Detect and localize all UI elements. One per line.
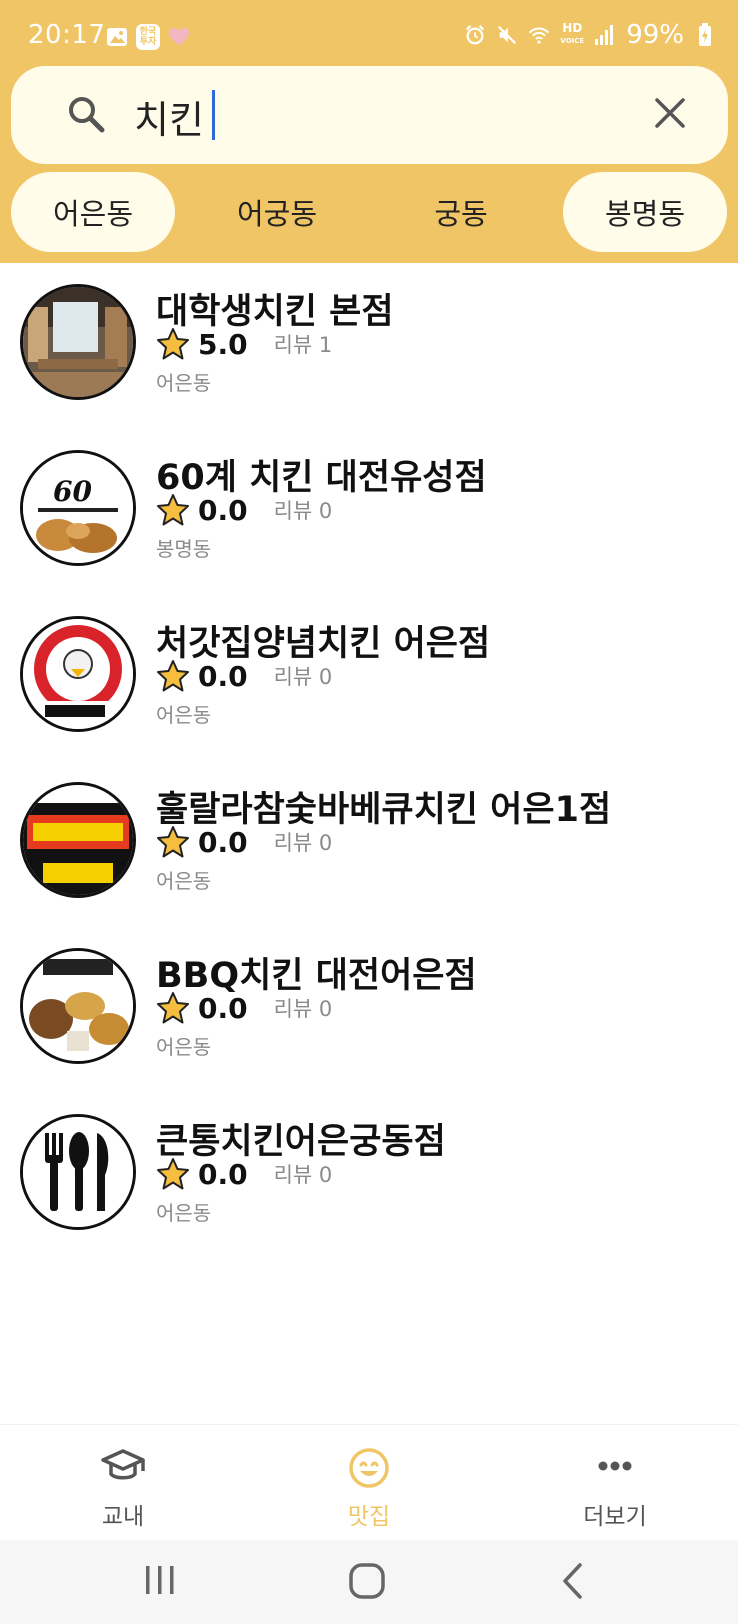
district-chip-label: 봉명동 — [604, 197, 686, 231]
search-icon[interactable] — [66, 94, 106, 138]
status-bar: 20:17 한국 투자 HD VOICE 99% — [0, 0, 738, 62]
review-count: 리뷰 0 — [273, 831, 333, 855]
star-icon — [157, 992, 189, 1024]
60gye-logo: 60 — [23, 453, 133, 563]
status-time: 20:17 — [28, 20, 106, 50]
review-count: 리뷰 1 — [273, 333, 333, 357]
star-icon — [157, 1158, 189, 1190]
district-chip-label: 어은동 — [52, 197, 134, 231]
nav-campus[interactable]: 교내 — [23, 1425, 223, 1541]
restaurant-area: 봉명동 — [156, 537, 212, 561]
text-cursor — [212, 90, 215, 140]
home-icon[interactable] — [348, 1562, 386, 1604]
star-icon — [157, 826, 189, 858]
review-count: 리뷰 0 — [273, 1163, 333, 1187]
search-input[interactable] — [134, 88, 614, 144]
system-nav-bar — [0, 1540, 738, 1624]
hd-voice-label: HD VOICE — [560, 21, 585, 45]
rating-row: 0.0 리뷰 0 — [156, 991, 332, 1025]
status-notification-icons: 한국 투자 — [106, 24, 190, 50]
signal-icon — [594, 24, 616, 46]
restaurant-area: 어은동 — [156, 371, 212, 395]
alarm-icon — [464, 24, 486, 46]
rating-row: 0.0 리뷰 0 — [156, 1157, 332, 1191]
battery-charging-icon — [694, 23, 716, 46]
restaurant-item[interactable]: 60 60계 치킨 대전유성점 0.0 리뷰 0 봉명동 — [0, 429, 738, 595]
mute-icon — [496, 24, 518, 46]
recent-apps-icon[interactable] — [143, 1562, 177, 1602]
more-dots-icon — [597, 1457, 633, 1476]
star-icon — [157, 328, 189, 360]
restaurant-interior-photo — [23, 287, 133, 397]
clear-search-icon[interactable] — [653, 96, 687, 134]
restaurant-item[interactable]: 훌랄라참숯바베큐치킨 어은1점 0.0 리뷰 0 어은동 — [0, 761, 738, 927]
restaurant-item[interactable]: 처갓집양념치킨 어은점 0.0 리뷰 0 어은동 — [0, 595, 738, 761]
rating-value: 0.0 — [198, 1157, 248, 1191]
rating-value: 0.0 — [198, 825, 248, 859]
nav-more[interactable]: 더보기 — [515, 1425, 715, 1541]
app-header: 20:17 한국 투자 HD VOICE 99% 치킨 어은동 어궁동 궁동 봉… — [0, 0, 738, 263]
star-icon — [157, 494, 189, 526]
district-chip-eoeun[interactable]: 어은동 — [11, 172, 175, 252]
rating-row: 0.0 리뷰 0 — [156, 825, 332, 859]
district-chip-label: 궁동 — [434, 197, 488, 231]
cutlery-icon — [23, 1117, 133, 1227]
restaurant-item[interactable]: 큰통치킨어은궁동점 0.0 리뷰 0 어은동 — [0, 1093, 738, 1259]
rating-value: 5.0 — [198, 327, 248, 361]
invest-app-icon: 한국 투자 — [136, 24, 160, 50]
district-chip-gung[interactable]: 궁동 — [379, 172, 543, 252]
svg-text:60: 60 — [53, 475, 92, 508]
rating-row: 0.0 리뷰 0 — [156, 493, 332, 527]
cheogajip-logo — [23, 619, 133, 729]
rating-value: 0.0 — [198, 493, 248, 527]
nav-label: 더보기 — [583, 1504, 647, 1530]
restaurant-area: 어은동 — [156, 703, 212, 727]
search-bar[interactable] — [11, 66, 728, 164]
hoolala-logo — [23, 785, 133, 895]
restaurant-item[interactable]: BBQ치킨 대전어은점 0.0 리뷰 0 어은동 — [0, 927, 738, 1093]
restaurant-thumbnail — [20, 782, 136, 898]
restaurant-area: 어은동 — [156, 869, 212, 893]
restaurant-thumbnail — [20, 284, 136, 400]
smile-icon — [348, 1447, 390, 1493]
wifi-icon — [528, 24, 550, 46]
review-count: 리뷰 0 — [273, 997, 333, 1021]
rating-value: 0.0 — [198, 991, 248, 1025]
bbq-menu-photo — [23, 951, 133, 1061]
district-chip-label: 어궁동 — [236, 197, 318, 231]
nav-restaurants[interactable]: 맛집 — [269, 1425, 469, 1541]
district-chip-bongmyeong[interactable]: 봉명동 — [563, 172, 727, 252]
star-icon — [157, 660, 189, 692]
rating-row: 0.0 리뷰 0 — [156, 659, 332, 693]
bottom-nav: 교내 맛집 더보기 — [0, 1424, 738, 1540]
status-system-icons: HD VOICE 99% — [464, 20, 716, 50]
review-count: 리뷰 0 — [273, 499, 333, 523]
nav-label: 교내 — [101, 1504, 145, 1530]
gallery-icon — [106, 26, 128, 48]
restaurant-item[interactable]: 대학생치킨 본점 5.0 리뷰 1 어은동 — [0, 263, 738, 429]
battery-level: 99% — [626, 20, 684, 50]
rating-value: 0.0 — [198, 659, 248, 693]
nav-label: 맛집 — [347, 1504, 391, 1530]
rating-row: 5.0 리뷰 1 — [156, 327, 332, 361]
restaurant-thumbnail — [20, 1114, 136, 1230]
heart-icon — [168, 26, 190, 48]
restaurant-thumbnail — [20, 948, 136, 1064]
restaurant-area: 어은동 — [156, 1035, 212, 1059]
back-icon[interactable] — [560, 1562, 584, 1604]
restaurant-thumbnail — [20, 616, 136, 732]
review-count: 리뷰 0 — [273, 665, 333, 689]
restaurant-thumbnail: 60 — [20, 450, 136, 566]
restaurant-area: 어은동 — [156, 1201, 212, 1225]
district-chip-eogung[interactable]: 어궁동 — [195, 172, 359, 252]
graduation-cap-icon — [100, 1447, 146, 1489]
